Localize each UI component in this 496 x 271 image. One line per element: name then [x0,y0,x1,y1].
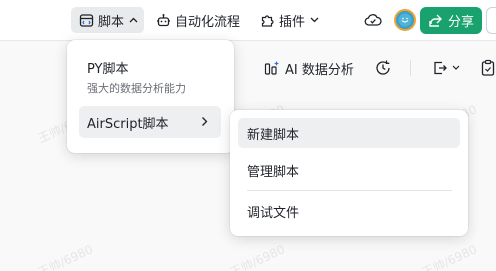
new-script-label: 新建脚本 [247,127,300,143]
share-icon [428,13,444,29]
export-icon [432,60,448,76]
script-menu-button[interactable]: 脚本 [71,7,144,33]
py-script-title: PY脚本 [87,62,129,77]
py-script-subtitle: 强大的数据分析能力 [87,82,186,95]
export-button[interactable] [432,59,464,77]
menu-separator [247,190,452,191]
automation-flow-button[interactable]: 自动化流程 [155,7,247,33]
airscript-menu-item[interactable]: AirScript脚本 [79,106,221,138]
manage-script-label: 管理脚本 [247,164,300,180]
plugin-menu-button[interactable]: 插件 [259,7,327,33]
chevron-right-icon [201,116,211,128]
chevron-down-icon [309,15,319,25]
watermark: 王帅/6980 [419,242,480,271]
share-button-label: 分享 [447,15,474,30]
new-script-item[interactable]: 新建脚本 [238,118,460,148]
watermark: 王帅/6980 [35,242,96,271]
share-button[interactable]: 分享 [420,7,482,34]
watermark: 王帅/6980 [227,242,288,271]
debug-file-label: 调试文件 [247,205,300,221]
ai-analysis-label: AI 数据分析 [285,62,354,78]
script-menu-label: 脚本 [98,14,125,30]
robot-icon [155,12,171,28]
toolbar-separator [410,60,411,76]
cloud-sync-icon[interactable] [364,11,382,29]
debug-file-item[interactable]: 调试文件 [238,196,460,226]
airscript-submenu: 新建脚本 管理脚本 调试文件 [230,110,468,236]
clock-icon[interactable] [374,59,392,77]
top-toolbar: 脚本 自动化流程 插件 分享 [0,0,496,40]
plugin-menu-label: 插件 [279,14,306,30]
script-icon [78,12,94,28]
chevron-up-icon [128,15,138,25]
ai-analysis-button[interactable]: AI 数据分析 [264,56,359,80]
side-panel-toggle[interactable] [486,7,496,34]
automation-flow-label: 自动化流程 [175,14,241,30]
manage-script-item[interactable]: 管理脚本 [238,155,460,185]
script-dropdown-menu: PY脚本 强大的数据分析能力 AirScript脚本 [67,40,234,153]
avatar[interactable] [394,9,416,31]
plugin-icon [259,12,275,28]
ai-analysis-icon [264,60,281,76]
chevron-down-icon [452,65,460,71]
clipboard-icon[interactable] [480,59,496,77]
airscript-label: AirScript脚本 [87,116,169,132]
